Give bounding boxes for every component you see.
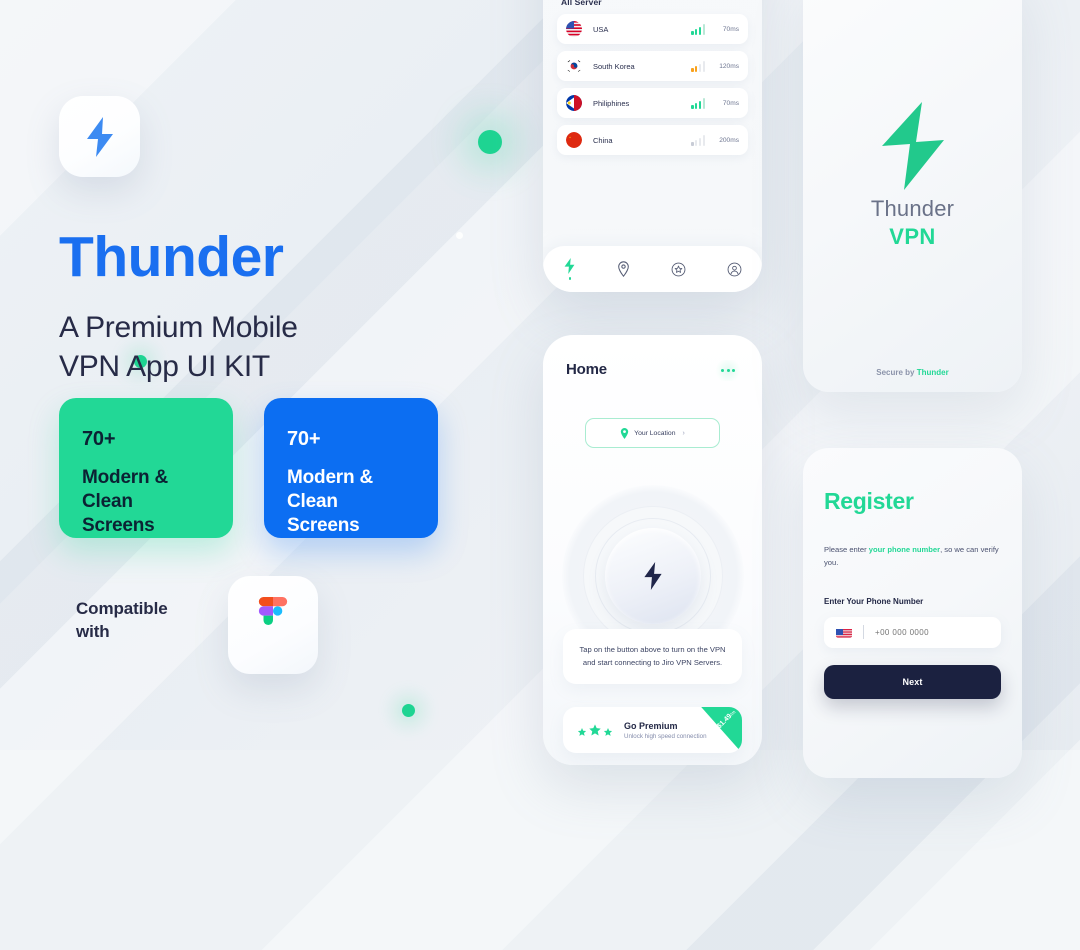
list-fade-overlay: [543, 221, 762, 247]
badge-text: Modern & Clean Screens: [82, 466, 210, 537]
feature-badges: 70+ Modern & Clean Screens 70+ Modern & …: [59, 398, 438, 538]
badge-card-blue: 70+ Modern & Clean Screens: [264, 398, 438, 538]
server-name: South Korea: [593, 61, 635, 71]
badge-text-line2: Clean Screens: [82, 490, 155, 536]
tab-profile[interactable]: [727, 262, 742, 277]
register-screen-mockup: Register Please enter your phone number,…: [803, 448, 1022, 778]
all-servers-heading: All Server: [561, 0, 602, 7]
register-title: Register: [824, 488, 914, 514]
tab-home[interactable]: [563, 258, 576, 280]
splash-footer: Secure by Thunder: [803, 368, 1022, 377]
server-ping: 200ms: [719, 136, 739, 144]
splash-footer-brand: Thunder: [916, 368, 949, 377]
tab-active-indicator: [568, 277, 572, 280]
badge-text-line1: Modern &: [287, 467, 374, 488]
splash-app-name: Thunder: [870, 196, 955, 221]
figma-logo-card: [228, 576, 318, 674]
hero-section: Thunder A Premium Mobile VPN App UI KIT: [59, 96, 489, 386]
hero-subtitle-line2: VPN App UI KIT: [59, 350, 270, 383]
thunder-bolt-icon: [86, 116, 113, 157]
chevron-right-icon: ›: [682, 429, 685, 437]
compatible-label-line2: with: [76, 621, 110, 641]
badge-count: 70+: [287, 428, 321, 450]
cn-flag-icon: [566, 132, 582, 148]
decorative-dot-bottom: [402, 704, 415, 717]
location-pin-icon: [618, 261, 629, 277]
tab-favorites[interactable]: [671, 262, 686, 277]
vpn-hint-text: Tap on the button above to turn on the V…: [563, 629, 742, 684]
next-button[interactable]: Next: [824, 664, 1001, 699]
go-premium-card[interactable]: Go Premium Unlock high speed connection …: [563, 707, 742, 753]
badge-text-line1: Modern &: [82, 467, 169, 488]
star-circle-icon: [671, 262, 686, 276]
app-icon-card: [59, 96, 140, 177]
server-name: China: [593, 135, 613, 145]
signal-bars-icon: [691, 134, 705, 146]
kr-flag-icon: [566, 58, 582, 74]
server-ping: 120ms: [719, 62, 739, 70]
badge-card-green: 70+ Modern & Clean Screens: [59, 398, 233, 538]
servers-list-body: Recent Servers USA 70ms South Korea 100m…: [543, 0, 762, 162]
signal-bars-icon: [691, 97, 705, 109]
servers-screen-mockup: Recent Servers USA 70ms South Korea 100m…: [543, 0, 762, 292]
splash-product-name: VPN: [889, 224, 936, 249]
us-flag-icon[interactable]: [836, 627, 852, 638]
your-location-selector[interactable]: Your Location ›: [585, 418, 720, 448]
ph-flag-icon: [566, 95, 582, 111]
input-divider: [863, 625, 864, 640]
location-label: Your Location: [634, 429, 676, 437]
badge-count: 70+: [82, 428, 116, 450]
register-subtitle: Please enter your phone number, so we ca…: [824, 543, 1001, 570]
thunder-bolt-icon: [881, 102, 944, 190]
bottom-tab-bar: [543, 246, 762, 292]
table-row[interactable]: USA 70ms: [557, 14, 748, 44]
server-name: USA: [593, 24, 609, 34]
badge-text-line2: Clean Screens: [287, 490, 360, 536]
page-title: Thunder: [59, 225, 284, 289]
splash-footer-prefix: Secure by: [876, 368, 917, 377]
home-title: Home: [566, 361, 607, 378]
us-flag-icon: [566, 21, 582, 37]
splash-screen-mockup: Thunder VPN Secure by Thunder: [803, 0, 1022, 392]
compatible-label-line1: Compatible: [76, 599, 168, 618]
hero-subtitle-line1: A Premium Mobile: [59, 311, 298, 344]
table-row[interactable]: Philiphines 70ms: [557, 88, 748, 118]
tab-locations[interactable]: [617, 261, 630, 277]
badge-text: Modern & Clean Screens: [287, 466, 415, 537]
hero-subtitle: A Premium Mobile VPN App UI KIT: [59, 308, 489, 386]
signal-bars-icon: [691, 60, 705, 72]
table-row[interactable]: South Korea 120ms: [557, 51, 748, 81]
user-circle-icon: [727, 262, 742, 276]
power-button-core[interactable]: [604, 528, 701, 624]
phone-field-label: Enter Your Phone Number: [824, 596, 924, 606]
bolt-icon: [564, 258, 575, 275]
bolt-icon: [643, 562, 662, 590]
server-ping: 70ms: [722, 25, 739, 33]
premium-text: Go Premium Unlock high speed connection: [624, 721, 707, 740]
phone-number-input[interactable]: [875, 627, 989, 637]
home-screen-mockup: Home Your Location › Tap on the button a…: [543, 335, 762, 765]
premium-title: Go Premium: [624, 720, 678, 731]
premium-subtitle: Unlock high speed connection: [624, 732, 707, 740]
server-name: Philiphines: [593, 98, 630, 108]
location-pin-icon: [620, 427, 629, 439]
register-subtitle-prefix: Please enter: [824, 545, 869, 554]
figma-logo: [258, 597, 288, 625]
signal-bars-icon: [691, 23, 705, 35]
register-subtitle-highlight: your phone number: [868, 545, 941, 554]
compatible-with-section: Compatible with: [76, 598, 168, 644]
three-stars-icon: [577, 723, 613, 737]
table-row[interactable]: China 200ms: [557, 125, 748, 155]
more-dots-icon[interactable]: [714, 360, 742, 381]
compatible-label: Compatible with: [76, 598, 168, 644]
phone-input-group[interactable]: [824, 616, 1001, 648]
server-ping: 70ms: [722, 99, 739, 107]
